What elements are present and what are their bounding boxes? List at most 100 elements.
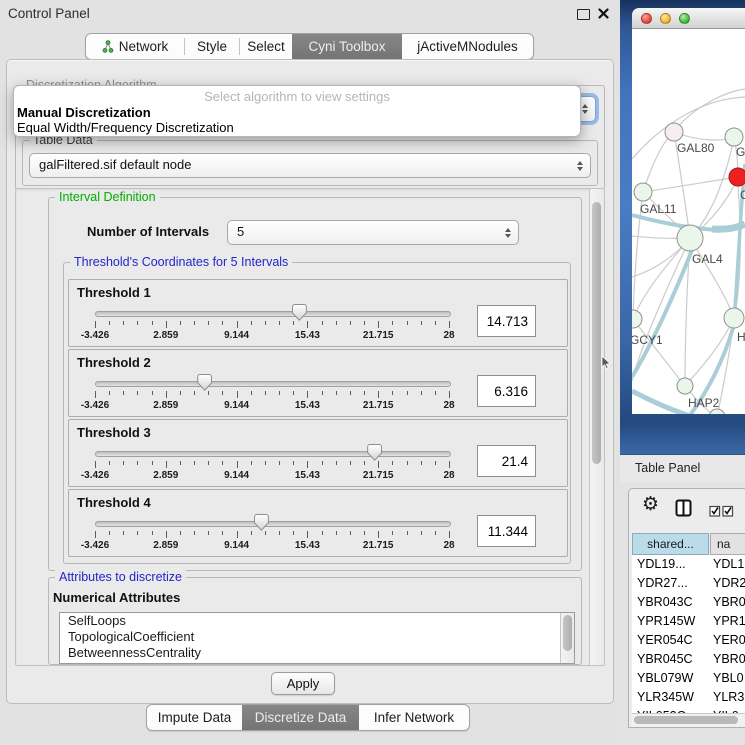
threshold-panel-2: Threshold 2-3.4262.8599.14415.4321.71528… [68,349,568,417]
slider-thumb[interactable] [292,304,307,321]
tab-jactivemnodules[interactable]: jActiveMNodules [402,34,533,59]
list-scrollbar-thumb[interactable] [563,615,572,651]
settings-scrollbar-thumb[interactable] [592,202,601,464]
threshold-label: Threshold 1 [77,285,151,300]
gear-icon[interactable]: ⚙ [642,493,659,515]
tick-label: 9.144 [224,540,249,551]
table-row[interactable]: YDR27...YDR2 [632,574,745,593]
table-horizontal-scrollbar-thumb[interactable] [634,716,738,724]
list-item[interactable]: SelfLoops [60,613,574,629]
table-row[interactable]: YER054CYER0 [632,631,745,650]
tick-mark [95,391,96,398]
slider-thumb[interactable] [367,444,382,461]
table-row[interactable]: YPR145WYPR1 [632,612,745,631]
tab-label: Discretize Data [255,710,347,725]
list-scrollbar[interactable] [560,613,574,663]
tab-impute-data[interactable]: Impute Data [147,705,242,730]
table-data-combobox[interactable]: galFiltered.sif default node [29,153,591,178]
tick-label: 28 [443,330,454,341]
tab-network[interactable]: Network [86,34,184,59]
apply-button[interactable]: Apply [271,672,335,695]
tick-mark [449,391,450,398]
tab-discretize-data[interactable]: Discretize Data [242,705,359,730]
numerical-attributes-list[interactable]: SelfLoopsTopologicalCoefficientBetweenne… [59,612,575,664]
tick-mark [421,391,422,395]
tab-style[interactable]: Style [185,34,239,59]
table-row[interactable]: YBR045CYBR0 [632,650,745,669]
threshold-slider[interactable]: -3.4262.8599.14415.4321.71528 [95,514,449,552]
tab-label: Style [197,39,227,54]
threshold-slider[interactable]: -3.4262.8599.14415.4321.71528 [95,444,449,482]
tick-label: 28 [443,400,454,411]
checkbox-checked-icon[interactable] [709,505,721,517]
close-traffic-light-icon[interactable] [641,13,652,24]
node-label: GAL11 [640,202,677,216]
threshold-label: Threshold 4 [77,495,151,510]
slider-thumb[interactable] [254,514,269,531]
threshold-value-field[interactable]: 14.713 [477,305,536,337]
threshold-slider[interactable]: -3.4262.8599.14415.4321.71528 [95,304,449,342]
column-header-name[interactable]: na [710,533,745,555]
network-node-gal80[interactable] [665,123,683,141]
settings-scrollbar[interactable] [589,189,604,665]
tick-mark [293,321,294,325]
threshold-value-field[interactable]: 11.344 [477,515,536,547]
network-node-gcy1[interactable] [632,310,642,328]
close-icon[interactable] [598,8,609,19]
tick-label: 2.859 [153,470,178,481]
column-header-shared-name[interactable]: shared... [632,533,709,555]
table-row[interactable]: YBR043CYBR0 [632,593,745,612]
network-node-gal11[interactable] [634,183,652,201]
slider-thumb[interactable] [197,374,212,391]
tick-mark [392,461,393,465]
tab-label: jActiveMNodules [417,39,518,54]
network-node-hap2[interactable] [677,378,693,394]
network-node-gal4[interactable] [677,225,703,251]
slider-track[interactable] [95,381,451,387]
table-row[interactable]: YLR345WYLR3 [632,688,745,707]
table-row[interactable]: YBL079WYBL0 [632,669,745,688]
tick-mark [279,531,280,535]
tick-mark [208,391,209,395]
tick-mark [421,461,422,465]
network-node-c[interactable] [729,168,745,186]
slider-track[interactable] [95,451,451,457]
table-row[interactable]: YDL19...YDL1 [632,555,745,574]
tick-label: 28 [443,470,454,481]
checkbox-checked-icon[interactable] [722,505,734,517]
combo-stepper-icon [505,228,511,238]
tick-mark [378,461,379,468]
slider-track[interactable] [95,311,451,317]
dropdown-option-manual-discretization[interactable]: Manual Discretization [14,105,580,120]
tick-mark [166,321,167,328]
split-columns-icon[interactable] [675,499,692,517]
slider-track[interactable] [95,521,451,527]
tick-label: 2.859 [153,540,178,551]
tick-mark [350,461,351,465]
threshold-slider[interactable]: -3.4262.8599.14415.4321.71528 [95,374,449,412]
zoom-traffic-light-icon[interactable] [679,13,690,24]
tab-cyni-toolbox[interactable]: Cyni Toolbox [292,34,402,59]
cell-shared-name: YLR345W [637,688,709,707]
network-edge [643,177,738,192]
cell-shared-name: YER054C [637,631,709,650]
float-window-icon[interactable] [577,9,590,20]
tab-infer-network[interactable]: Infer Network [359,705,469,730]
threshold-value-field[interactable]: 21.4 [477,445,536,477]
number-of-intervals-combobox[interactable]: 5 [227,220,519,245]
tick-mark [407,461,408,465]
table-horizontal-scrollbar[interactable] [632,713,745,727]
threshold-value-field[interactable]: 6.316 [477,375,536,407]
tick-mark [152,321,153,325]
thresholds-coordinates-group: Threshold's Coordinates for 5 Intervals … [63,262,571,564]
network-node-h[interactable] [724,308,744,328]
network-canvas[interactable]: GAL80GACGAL11GAL4GCY1HHAP2 [632,29,745,414]
network-window: GAL80GACGAL11GAL4GCY1HHAP2 [632,8,745,414]
network-node-ga[interactable] [725,128,743,146]
dropdown-option-equal-width-frequency[interactable]: Equal Width/Frequency Discretization [14,120,580,135]
list-item[interactable]: TopologicalCoefficient [60,629,574,645]
list-item[interactable]: BetweennessCentrality [60,645,574,661]
tick-mark [336,531,337,535]
tab-select[interactable]: Select [240,34,292,59]
minimize-traffic-light-icon[interactable] [660,13,671,24]
